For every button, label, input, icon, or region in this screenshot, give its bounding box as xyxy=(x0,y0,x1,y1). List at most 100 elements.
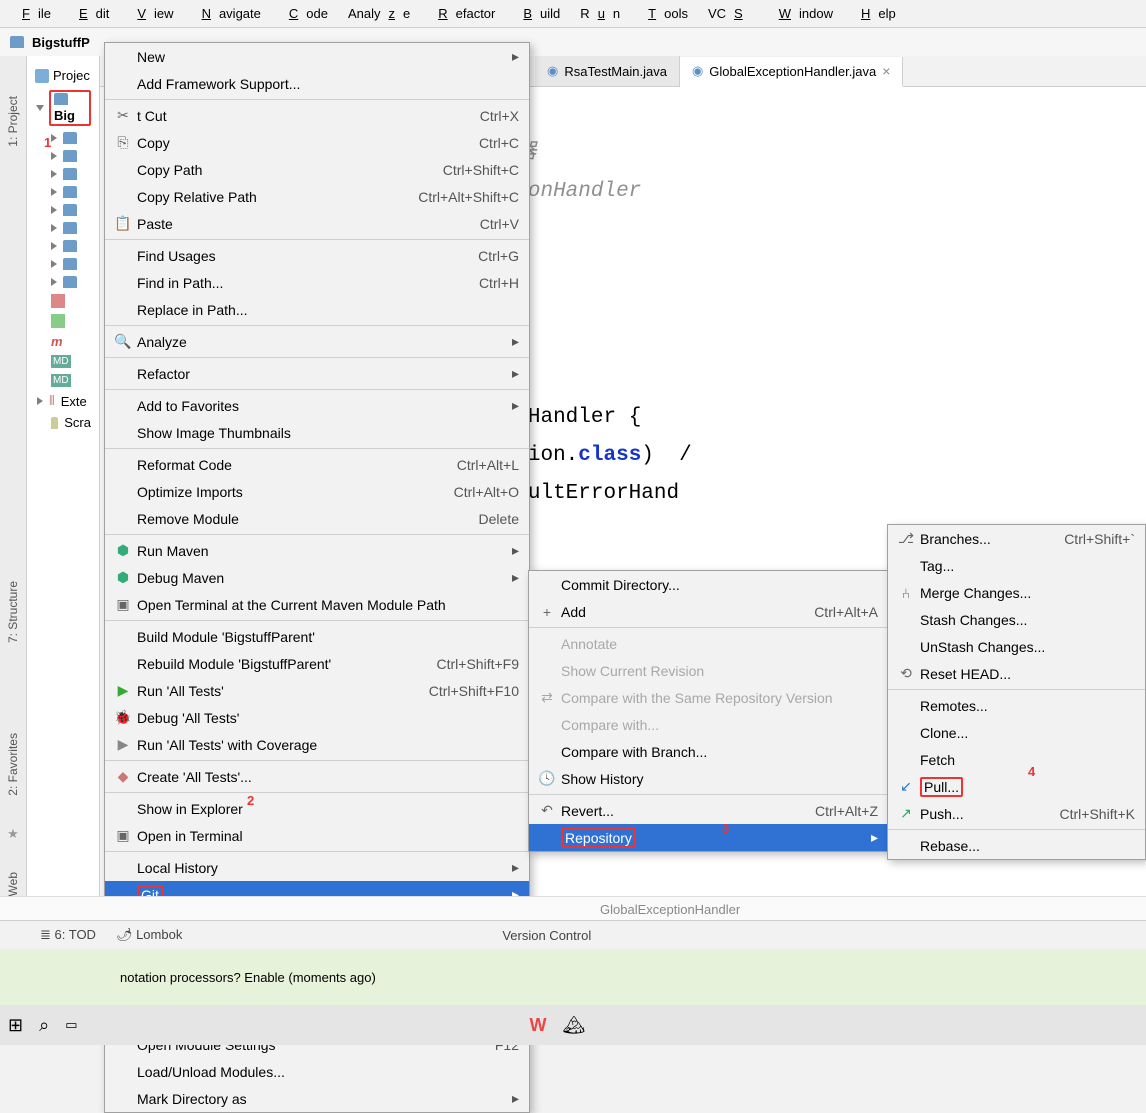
mi-debug-maven[interactable]: ⬢Debug Maven▸ xyxy=(105,564,529,591)
mi-debug-all[interactable]: 🐞Debug 'All Tests' xyxy=(105,704,529,731)
menubar: File Edit View Navigate Code Analyze Ref… xyxy=(0,0,1146,28)
status-version-control: Version Control xyxy=(502,928,591,943)
mi-push[interactable]: ↗Push...Ctrl+Shift+K xyxy=(888,800,1145,827)
mi-commit-dir[interactable]: Commit Directory... xyxy=(529,571,888,598)
tool-lombok[interactable]: 🌶 Lombok xyxy=(116,927,182,943)
mi-tag[interactable]: Tag... xyxy=(888,552,1145,579)
run-icon: ▶ xyxy=(113,682,133,699)
mi-remove-module[interactable]: Remove ModuleDelete xyxy=(105,505,529,532)
repository-submenu: ⎇Branches...Ctrl+Shift+` Tag... ⑃Merge C… xyxy=(887,524,1146,860)
mi-fetch[interactable]: Fetch xyxy=(888,746,1145,773)
mi-compare-branch[interactable]: Compare with Branch... xyxy=(529,738,888,765)
close-icon[interactable]: × xyxy=(882,63,890,79)
mi-optimize-imports[interactable]: Optimize ImportsCtrl+Alt+O xyxy=(105,478,529,505)
git-submenu: Commit Directory... +AddCtrl+Alt+A Annot… xyxy=(528,570,889,852)
mi-find-usages[interactable]: Find UsagesCtrl+G xyxy=(105,242,529,269)
mi-stash[interactable]: Stash Changes... xyxy=(888,606,1145,633)
mi-add-framework[interactable]: Add Framework Support... xyxy=(105,70,529,97)
mi-copy[interactable]: ⎘CopyCtrl+C xyxy=(105,129,529,156)
mi-paste[interactable]: 📋PasteCtrl+V xyxy=(105,210,529,237)
mi-create-tests[interactable]: ◆Create 'All Tests'... xyxy=(105,763,529,790)
mi-run-coverage[interactable]: ▶Run 'All Tests' with Coverage xyxy=(105,731,529,758)
start-icon[interactable]: ⊞ xyxy=(8,1015,23,1036)
taskview-icon[interactable]: ▭ xyxy=(65,1017,77,1033)
menu-edit[interactable]: Edit xyxy=(63,3,117,24)
mi-analyze[interactable]: 🔍Analyze▸ xyxy=(105,328,529,355)
mi-find-in-path[interactable]: Find in Path...Ctrl+H xyxy=(105,269,529,296)
push-icon: ↗ xyxy=(896,805,916,822)
revert-icon: ↶ xyxy=(537,802,557,819)
app-icon[interactable]: W xyxy=(529,1015,546,1036)
menu-build[interactable]: Build xyxy=(507,3,568,24)
copy-icon: ⎘ xyxy=(113,134,133,151)
left-toolbar: 1: Project 7: Structure 2: Favorites ★ W… xyxy=(0,56,27,986)
tab-rsatest[interactable]: ◉ RsaTestMain.java xyxy=(535,56,680,86)
mi-copy-path[interactable]: Copy PathCtrl+Shift+C xyxy=(105,156,529,183)
mi-unstash[interactable]: UnStash Changes... xyxy=(888,633,1145,660)
tool-favorites[interactable]: 2: Favorites xyxy=(6,733,20,796)
mi-show-current-rev: Show Current Revision xyxy=(529,657,888,684)
mi-new[interactable]: New▸ xyxy=(105,43,529,70)
mi-reset-head[interactable]: ⟲Reset HEAD... xyxy=(888,660,1145,687)
mi-refactor[interactable]: Refactor▸ xyxy=(105,360,529,387)
menu-navigate[interactable]: Navigate xyxy=(186,3,269,24)
terminal-icon: ▣ xyxy=(113,827,133,844)
mi-local-history[interactable]: Local History▸ xyxy=(105,854,529,881)
mi-add-favorites[interactable]: Add to Favorites▸ xyxy=(105,392,529,419)
mi-run-all[interactable]: ▶Run 'All Tests'Ctrl+Shift+F10 xyxy=(105,677,529,704)
mi-copy-relative[interactable]: Copy Relative PathCtrl+Alt+Shift+C xyxy=(105,183,529,210)
menu-vcs[interactable]: VCS xyxy=(700,3,759,24)
mi-branches[interactable]: ⎇Branches...Ctrl+Shift+` xyxy=(888,525,1145,552)
mi-merge[interactable]: ⑃Merge Changes... xyxy=(888,579,1145,606)
mi-show-history[interactable]: 🕓Show History xyxy=(529,765,888,792)
mi-show-thumbnails[interactable]: Show Image Thumbnails xyxy=(105,419,529,446)
bottom-toolbar: ≣ 6: TOD 🌶 Lombok Version Control xyxy=(0,920,1146,949)
crumb-project[interactable]: BigstuffP xyxy=(32,35,90,50)
mi-load-unload[interactable]: Load/Unload Modules... xyxy=(105,1058,529,1085)
menu-window[interactable]: Window xyxy=(763,3,841,24)
menu-code[interactable]: Code xyxy=(273,3,336,24)
status-message[interactable]: notation processors? Enable (moments ago… xyxy=(120,970,376,985)
mi-show-explorer[interactable]: Show in Explorer xyxy=(105,795,529,822)
annotation-2: 2 xyxy=(247,793,254,808)
terminal-icon: ▣ xyxy=(113,596,133,613)
mi-open-terminal-maven[interactable]: ▣Open Terminal at the Current Maven Modu… xyxy=(105,591,529,618)
mi-reformat[interactable]: Reformat CodeCtrl+Alt+L xyxy=(105,451,529,478)
folder-icon xyxy=(10,36,24,48)
mi-remotes[interactable]: Remotes... xyxy=(888,692,1145,719)
project-header[interactable]: Projec xyxy=(27,64,99,87)
mi-run-maven[interactable]: ⬢Run Maven▸ xyxy=(105,537,529,564)
mi-open-terminal[interactable]: ▣Open in Terminal xyxy=(105,822,529,849)
menu-tools[interactable]: Tools xyxy=(632,3,696,24)
mi-clone[interactable]: Clone... xyxy=(888,719,1145,746)
mi-build-module[interactable]: Build Module 'BigstuffParent' xyxy=(105,623,529,650)
tool-structure[interactable]: 7: Structure xyxy=(6,581,20,643)
mi-rebuild-module[interactable]: Rebuild Module 'BigstuffParent'Ctrl+Shif… xyxy=(105,650,529,677)
mi-compare-same-repo: ⇄Compare with the Same Repository Versio… xyxy=(529,684,888,711)
merge-icon: ⑃ xyxy=(896,585,916,601)
app-icon[interactable]: 🏔 xyxy=(562,1015,585,1036)
mi-rebase[interactable]: Rebase... xyxy=(888,832,1145,859)
compare-icon: ⇄ xyxy=(537,689,557,706)
menu-help[interactable]: Help xyxy=(845,3,904,24)
mi-repository[interactable]: Repository▸ xyxy=(529,824,888,851)
breadcrumb-editor: GlobalExceptionHandler xyxy=(0,896,1146,921)
mi-mark-directory[interactable]: Mark Directory as▸ xyxy=(105,1085,529,1112)
tool-web[interactable]: Web xyxy=(6,872,20,896)
mi-pull[interactable]: ↙Pull... xyxy=(888,773,1145,800)
project-root-selected[interactable]: Big xyxy=(49,90,91,126)
mi-cut[interactable]: ✂t CutCutCtrl+X xyxy=(105,102,529,129)
menu-refactor[interactable]: Refactor xyxy=(422,3,503,24)
mi-add[interactable]: +AddCtrl+Alt+A xyxy=(529,598,888,625)
tool-todo[interactable]: ≣ 6: TOD xyxy=(40,927,96,943)
mi-revert[interactable]: ↶Revert...Ctrl+Alt+Z xyxy=(529,797,888,824)
menu-file[interactable]: File xyxy=(6,3,59,24)
mi-replace-in-path[interactable]: Replace in Path... xyxy=(105,296,529,323)
menu-view[interactable]: View xyxy=(121,3,181,24)
menu-run[interactable]: Run xyxy=(572,3,628,24)
search-icon[interactable]: ⌕ xyxy=(39,1015,49,1036)
reset-icon: ⟲ xyxy=(896,665,916,682)
tab-globalexception[interactable]: ◉ GlobalExceptionHandler.java × xyxy=(680,57,903,87)
tool-project[interactable]: 1: Project xyxy=(6,96,20,147)
menu-analyze[interactable]: Analyze xyxy=(340,3,418,24)
